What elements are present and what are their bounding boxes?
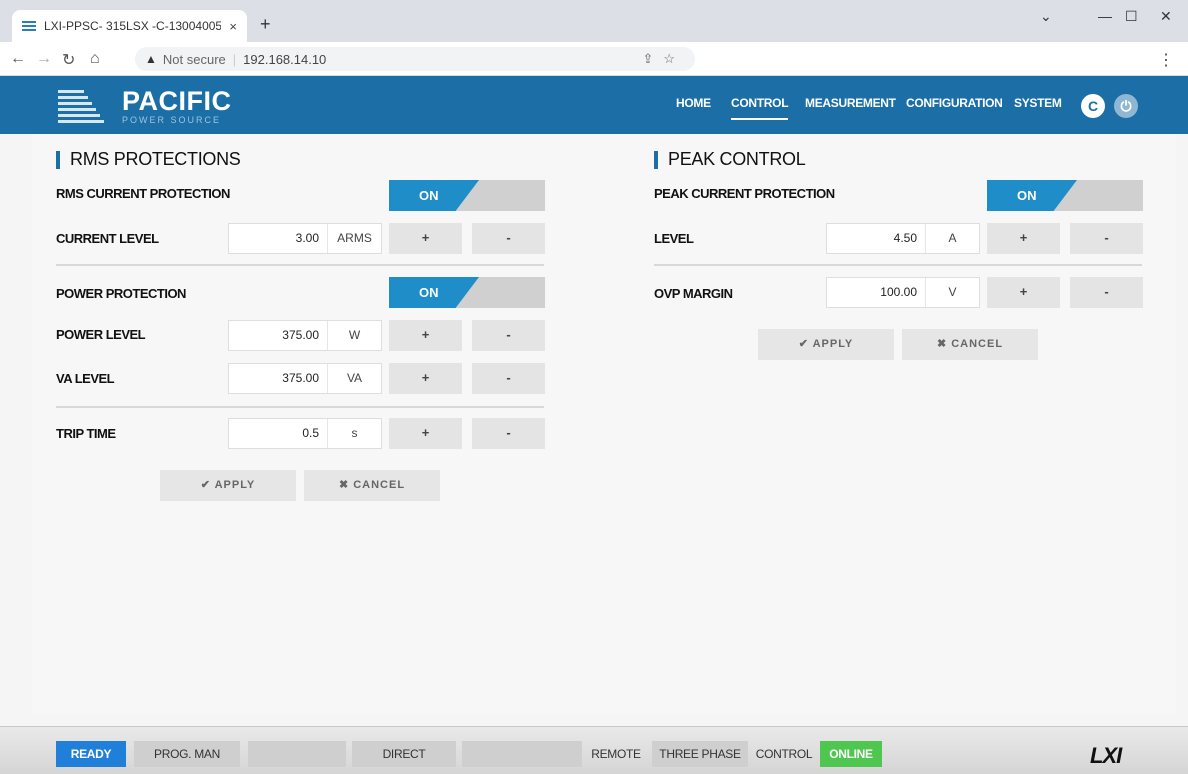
peak-level-field[interactable]: 4.50 A <box>826 223 980 254</box>
divider <box>56 406 544 408</box>
peak-level-label: LEVEL <box>654 231 694 246</box>
address-separator: | <box>232 51 237 67</box>
nav-control[interactable]: CONTROL <box>731 96 789 120</box>
warning-icon: ▲ <box>145 52 157 66</box>
status-prog: PROG. MAN <box>134 741 240 767</box>
status-blank-1 <box>248 741 346 767</box>
nav-home[interactable]: HOME <box>676 96 711 116</box>
ovp-margin-decrease-button[interactable]: - <box>1070 277 1143 308</box>
peak-current-protection-label: PEAK CURRENT PROTECTION <box>654 186 835 201</box>
power-icon[interactable]: ⏻ <box>1114 94 1138 118</box>
trip-time-field[interactable]: 0.5 s <box>228 418 382 449</box>
lxi-logo: LXI <box>1090 743 1122 768</box>
status-direct: DIRECT <box>352 741 456 767</box>
status-blank-2 <box>462 741 582 767</box>
peak-cancel-button[interactable]: ✖ CANCEL <box>902 329 1038 360</box>
va-level-label: VA LEVEL <box>56 371 115 386</box>
nav-configuration[interactable]: CONFIGURATION <box>906 96 1003 116</box>
status-remote: REMOTE <box>591 747 641 761</box>
rms-current-protection-label: RMS CURRENT PROTECTION <box>56 186 230 201</box>
peak-apply-button[interactable]: ✔ APPLY <box>758 329 894 360</box>
tab-search-icon[interactable]: ⌄ <box>1040 8 1052 25</box>
address-url: 192.168.14.10 <box>243 51 327 67</box>
peak-level-decrease-button[interactable]: - <box>1070 223 1143 254</box>
ovp-margin-label: OVP MARGIN <box>654 286 733 301</box>
forward-icon[interactable]: → <box>36 50 52 68</box>
address-bar[interactable]: ▲ Not secure | 192.168.14.10 ⇪☆ <box>135 47 695 71</box>
ovp-margin-increase-button[interactable]: + <box>987 277 1060 308</box>
window-close-icon[interactable]: ✕ <box>1160 8 1172 25</box>
share-bookmark-icons[interactable]: ⇪☆ <box>642 51 685 67</box>
trip-time-increase-button[interactable]: + <box>389 418 462 449</box>
browser-menu-icon[interactable]: ⋮ <box>1158 50 1174 70</box>
minimize-icon[interactable]: — <box>1098 8 1112 24</box>
va-level-increase-button[interactable]: + <box>389 363 462 394</box>
current-level-label: CURRENT LEVEL <box>56 231 159 246</box>
control-panel <box>32 134 1176 714</box>
peak-section-title: PEAK CONTROL <box>654 149 806 170</box>
browser-tab[interactable]: LXI-PPSC- 315LSX -C-13004005 × <box>12 10 247 42</box>
logo-mark-icon <box>58 86 118 126</box>
status-three-phase: THREE PHASE <box>652 741 748 767</box>
nav-measurement[interactable]: MEASUREMENT <box>805 96 896 116</box>
reload-icon[interactable]: ↻ <box>62 50 75 70</box>
tab-title: LXI-PPSC- 315LSX -C-13004005 <box>44 19 222 33</box>
peak-current-protection-toggle[interactable]: ON <box>987 180 1143 211</box>
power-level-decrease-button[interactable]: - <box>472 320 545 351</box>
va-level-field[interactable]: 375.00 VA <box>228 363 382 394</box>
status-bar: READY PROG. MAN DIRECT REMOTE THREE PHAS… <box>0 726 1188 774</box>
section-marker <box>654 150 658 169</box>
va-level-decrease-button[interactable]: - <box>472 363 545 394</box>
status-online: ONLINE <box>820 741 882 767</box>
rms-cancel-button[interactable]: ✖ CANCEL <box>304 470 440 501</box>
maximize-icon[interactable]: ☐ <box>1125 8 1138 25</box>
peak-level-increase-button[interactable]: + <box>987 223 1060 254</box>
brand-subtitle: POWER SOURCE <box>122 115 222 125</box>
pacific-logo: PACIFIC POWER SOURCE <box>58 84 232 128</box>
divider <box>56 264 544 266</box>
ovp-margin-field[interactable]: 100.00 V <box>826 277 980 308</box>
status-control: CONTROL <box>755 747 813 761</box>
divider <box>654 264 1142 266</box>
refresh-icon[interactable]: C <box>1081 94 1105 118</box>
current-level-increase-button[interactable]: + <box>389 223 462 254</box>
power-level-label: POWER LEVEL <box>56 327 146 342</box>
rms-section-title: RMS PROTECTIONS <box>56 149 241 170</box>
browser-tabbar: LXI-PPSC- 315LSX -C-13004005 × + ⌄ — ☐ ✕ <box>0 0 1188 42</box>
nav-system[interactable]: SYSTEM <box>1014 96 1062 116</box>
home-icon[interactable]: ⌂ <box>90 50 100 68</box>
current-level-field[interactable]: 3.00 ARMS <box>228 223 382 254</box>
trip-time-decrease-button[interactable]: - <box>472 418 545 449</box>
new-tab-icon[interactable]: + <box>260 14 271 35</box>
power-level-increase-button[interactable]: + <box>389 320 462 351</box>
current-level-decrease-button[interactable]: - <box>472 223 545 254</box>
back-icon[interactable]: ← <box>10 50 26 68</box>
brand-name: PACIFIC <box>122 86 232 116</box>
not-secure-label: Not secure <box>162 51 226 67</box>
trip-time-label: TRIP TIME <box>56 426 116 441</box>
tab-close-icon[interactable]: × <box>229 19 237 34</box>
rms-apply-button[interactable]: ✔ APPLY <box>160 470 296 501</box>
status-ready: READY <box>56 741 126 767</box>
rms-current-protection-toggle[interactable]: ON <box>389 180 545 211</box>
power-protection-toggle[interactable]: ON <box>389 277 545 308</box>
app-header: PACIFIC POWER SOURCE HOME CONTROL MEASUR… <box>0 76 1188 134</box>
browser-toolbar: ← → ↻ ⌂ ▲ Not secure | 192.168.14.10 ⇪☆ … <box>0 42 1188 76</box>
power-level-field[interactable]: 375.00 W <box>228 320 382 351</box>
section-marker <box>56 150 60 169</box>
power-protection-label: POWER PROTECTION <box>56 286 186 301</box>
favicon-icon <box>22 21 36 31</box>
